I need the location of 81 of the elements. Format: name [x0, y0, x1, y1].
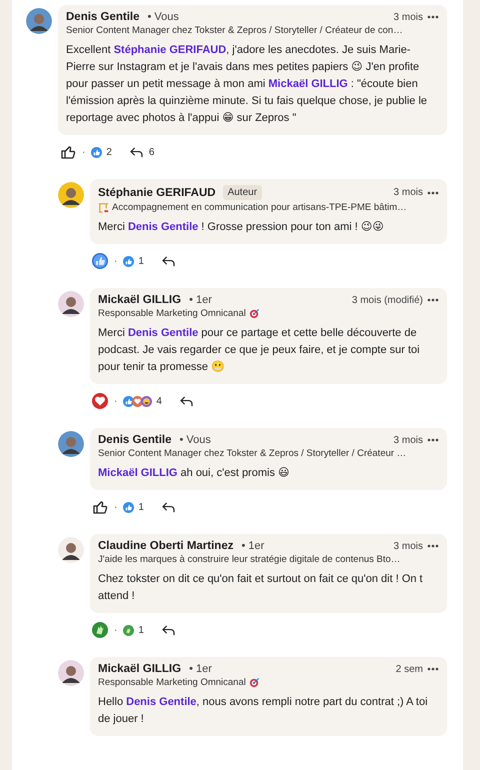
headline-text: Responsable Marketing Omnicanal: [98, 308, 246, 319]
mention-link[interactable]: Mickaël GILLIG: [98, 467, 178, 479]
like-outline-icon[interactable]: [92, 499, 108, 515]
comment-text: Chez tokster on dit ce qu'on fait et surtout on fait ce qu'on dit ! On t attend !: [98, 572, 424, 604]
connection-degree: • Vous: [148, 11, 179, 23]
clapping-hands-filled-icon[interactable]: [92, 622, 108, 638]
headline-text: Accompagnement en communication pour artisans-TPE-PME bâtim…: [112, 202, 407, 213]
reply-button[interactable]: [162, 624, 175, 636]
headline-text: J'aide les marques à construire leur stratégie digitale de contenus Bto…: [98, 554, 400, 565]
connection-degree: • 1er: [241, 540, 264, 552]
timestamp: 3 mois: [394, 12, 423, 22]
reply-arrow-icon: [162, 502, 175, 512]
avatar[interactable]: [58, 431, 84, 457]
comment-text: Hello Denis Gentile, nous avons rempli notre part du contrat ;) A toi de jouer !: [98, 695, 429, 727]
clapping-hands-reaction-icon: [123, 624, 134, 636]
more-options-icon[interactable]: [427, 190, 439, 194]
comment-text: Merci Denis Gentile pour ce partage et cette belle découverte de podcast. Je vais regarder ce que je peux faire, et je compte sur toi pour tenir ta promesse 😬: [98, 326, 421, 375]
avatar[interactable]: [58, 660, 84, 686]
dart-target-icon: [248, 677, 260, 688]
headline-text: Responsable Marketing Omnicanal: [98, 677, 246, 688]
timestamp: 3 mois: [394, 540, 423, 552]
laughing-face-reaction-icon: [141, 396, 152, 406]
mention-link[interactable]: Denis Gentile: [128, 327, 198, 339]
connection-degree: • 1er: [189, 663, 212, 675]
reply-arrow-icon: [180, 396, 193, 406]
more-options-icon[interactable]: [427, 15, 439, 19]
author-name[interactable]: Denis Gentile: [66, 11, 140, 23]
timestamp: 3 mois: [394, 434, 423, 446]
reply-button[interactable]: 6: [130, 146, 154, 158]
author-name[interactable]: Mickaël GILLIG: [98, 294, 182, 306]
author-name[interactable]: Mickaël GILLIG: [98, 663, 182, 675]
author-name[interactable]: Claudine Oberti Martinez: [98, 540, 234, 552]
more-options-icon[interactable]: [427, 438, 439, 442]
separator-dot: ·: [82, 146, 86, 158]
connection-degree: • Vous: [180, 434, 211, 446]
like-filled-icon[interactable]: [92, 253, 108, 269]
avatar[interactable]: [58, 291, 84, 317]
avatar[interactable]: [58, 537, 84, 563]
mention-link[interactable]: Stéphanie GERIFAUD: [114, 44, 226, 56]
headline-text: Senior Content Manager chez Tokster & Zepros / Storyteller / Créateur de con…: [66, 25, 403, 36]
like-outline-icon[interactable]: [60, 144, 76, 160]
reply-button[interactable]: [162, 502, 175, 512]
comment-text: Excellent Stéphanie GERIFAUD, j'adore les anecdotes. Je suis Marie-Pierre sur Instagram et je l'avais dans mes petites papiers 😉 J'en profite pour passer un petit message à mon ami Mickaël GILLIG : "écoute bien l'émission après la quinzième minute. Si tu fais quelque chose, je publie le reportage avec photos à l'appui 😁 sur Zepros ": [66, 43, 428, 126]
timestamp: 2 sem: [396, 664, 423, 674]
reaction-count[interactable]: 1: [138, 624, 144, 636]
connection-degree: • 1er: [189, 294, 212, 306]
heart-filled-icon[interactable]: [92, 393, 108, 409]
reply-arrow-icon: [130, 146, 143, 158]
crane-icon: [98, 202, 109, 213]
more-options-icon[interactable]: [427, 544, 439, 548]
separator-dot: ·: [114, 396, 118, 406]
comment-text: Merci Denis Gentile ! Grosse pression pour ton ami ! 😉😜: [98, 220, 385, 235]
reply-arrow-icon: [162, 256, 175, 266]
author-badge: Auteur: [222, 185, 262, 200]
reaction-count[interactable]: 1: [138, 256, 144, 266]
avatar[interactable]: [26, 8, 52, 34]
reaction-count[interactable]: 1: [138, 502, 144, 512]
author-name[interactable]: Denis Gentile: [98, 434, 172, 446]
like-reaction-icon: [123, 256, 134, 266]
more-options-icon[interactable]: [427, 667, 439, 671]
dart-target-icon: [248, 308, 260, 319]
author-name[interactable]: Stéphanie GERIFAUD: [98, 186, 216, 198]
separator-dot: ·: [114, 502, 118, 512]
avatar[interactable]: [58, 182, 84, 208]
mention-link[interactable]: Mickaël GILLIG: [268, 78, 348, 90]
mention-link[interactable]: Denis Gentile: [126, 696, 196, 708]
like-reaction-icon: [123, 502, 134, 512]
more-options-icon[interactable]: [427, 298, 439, 302]
reaction-count[interactable]: 2: [106, 146, 112, 158]
reply-arrow-icon: [162, 624, 175, 636]
timestamp: 3 mois: [394, 187, 423, 198]
headline-text: Senior Content Manager chez Tokster & Zepros / Storyteller / Créateur …: [98, 448, 406, 459]
mention-link[interactable]: Denis Gentile: [128, 221, 198, 233]
separator-dot: ·: [114, 256, 118, 266]
timestamp: 3 mois (modifié): [352, 294, 423, 306]
reply-button[interactable]: [180, 396, 193, 406]
comment-text: Mickaël GILLIG ah oui, c'est promis 😃: [98, 466, 290, 481]
like-reaction-icon: [91, 146, 102, 158]
reaction-count[interactable]: 4: [156, 396, 162, 406]
reply-button[interactable]: [162, 256, 175, 266]
separator-dot: ·: [114, 624, 118, 636]
